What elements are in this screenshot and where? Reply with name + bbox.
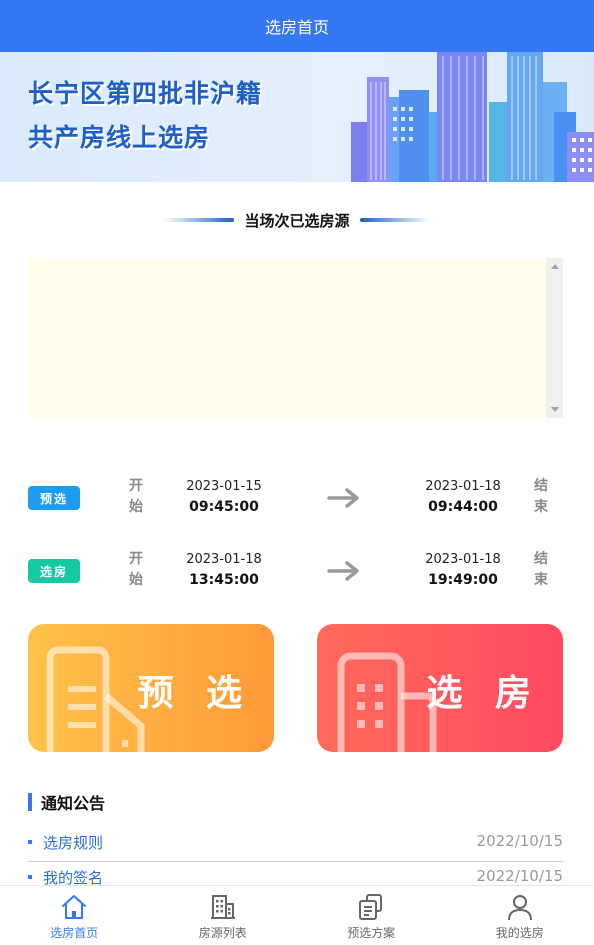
arrow-right-icon <box>327 561 359 581</box>
banner-title-line1: 长宁区第四批非沪籍 <box>28 79 263 108</box>
start-datetime: 2023-01-18 13:45:00 <box>164 551 284 591</box>
end-label: 结束 <box>534 478 548 515</box>
title-decor-right <box>359 218 430 222</box>
notice-title: 通知公告 <box>41 794 106 813</box>
start-label: 开始 <box>129 478 143 515</box>
start-label: 开始 <box>129 551 143 588</box>
home-icon <box>62 895 87 919</box>
notice-item[interactable]: 选房规则 2022/10/15 <box>28 828 563 862</box>
schedule-row-select: 选房 开始 2023-01-18 13:45:00 2023-01-18 19:… <box>0 547 594 595</box>
tab-my-selection-label: 我的选房 <box>495 926 544 940</box>
sold-section-header: 当场次已选房源 <box>0 208 594 232</box>
end-datetime: 2023-01-18 09:44:00 <box>403 478 523 518</box>
start-date: 2023-01-15 <box>186 479 262 494</box>
banner-title-line2: 共产房线上选房 <box>28 123 211 152</box>
user-icon <box>507 895 532 921</box>
title-decor-left <box>164 218 235 222</box>
preselect-button[interactable]: 预 选 <box>28 624 274 752</box>
sold-listings-box[interactable] <box>28 258 563 418</box>
end-datetime: 2023-01-18 19:49:00 <box>403 551 523 591</box>
notice-header-mark <box>28 793 32 811</box>
tab-plans-label: 预选方案 <box>347 926 396 940</box>
select-button-label: 选 房 <box>426 673 541 714</box>
preselect-button-label: 预 选 <box>137 673 252 714</box>
city-skyline-icon <box>351 52 594 182</box>
top-nav-bar: 选房首页 <box>0 0 594 52</box>
banner: 长宁区第四批非沪籍 共产房线上选房 <box>0 52 594 182</box>
arrow-right-icon <box>327 488 359 508</box>
end-date: 2023-01-18 <box>425 479 501 494</box>
scrollbar[interactable] <box>546 258 563 418</box>
tab-my-selection[interactable]: 我的选房 <box>446 886 594 945</box>
notice-item-date: 2022/10/15 <box>476 867 563 885</box>
start-time: 09:45:00 <box>189 499 259 515</box>
notice-header: 通知公告 <box>28 792 106 813</box>
tab-listings-label: 房源列表 <box>198 926 247 940</box>
start-date: 2023-01-18 <box>186 552 262 567</box>
tab-home[interactable]: 选房首页 <box>0 886 149 945</box>
end-time: 19:49:00 <box>428 572 498 588</box>
scroll-up-icon[interactable] <box>551 264 559 269</box>
notice-item-title[interactable]: 选房规则 <box>43 832 103 853</box>
bullet-icon <box>28 875 32 879</box>
building-icon <box>210 895 235 919</box>
tab-plans[interactable]: 预选方案 <box>297 886 446 945</box>
document-icon <box>359 894 383 920</box>
scroll-down-icon[interactable] <box>551 407 559 412</box>
preselect-tag: 预选 <box>28 486 80 510</box>
bottom-tab-bar: 选房首页 房源列表 预选方案 我的选房 <box>0 885 594 945</box>
select-tag: 选房 <box>28 559 80 583</box>
bullet-icon <box>28 840 32 844</box>
select-button[interactable]: 选 房 <box>317 624 563 752</box>
start-datetime: 2023-01-15 09:45:00 <box>164 478 284 518</box>
tab-listings[interactable]: 房源列表 <box>149 886 298 945</box>
sold-section-title: 当场次已选房源 <box>244 211 350 230</box>
end-time: 09:44:00 <box>428 499 498 515</box>
tab-home-label: 选房首页 <box>50 926 99 940</box>
end-date: 2023-01-18 <box>425 552 501 567</box>
end-label: 结束 <box>534 551 548 588</box>
notice-item-date: 2022/10/15 <box>476 832 563 850</box>
schedule-row-preselect: 预选 开始 2023-01-15 09:45:00 2023-01-18 09:… <box>0 474 594 522</box>
start-time: 13:45:00 <box>189 572 259 588</box>
page-title: 选房首页 <box>264 18 329 37</box>
